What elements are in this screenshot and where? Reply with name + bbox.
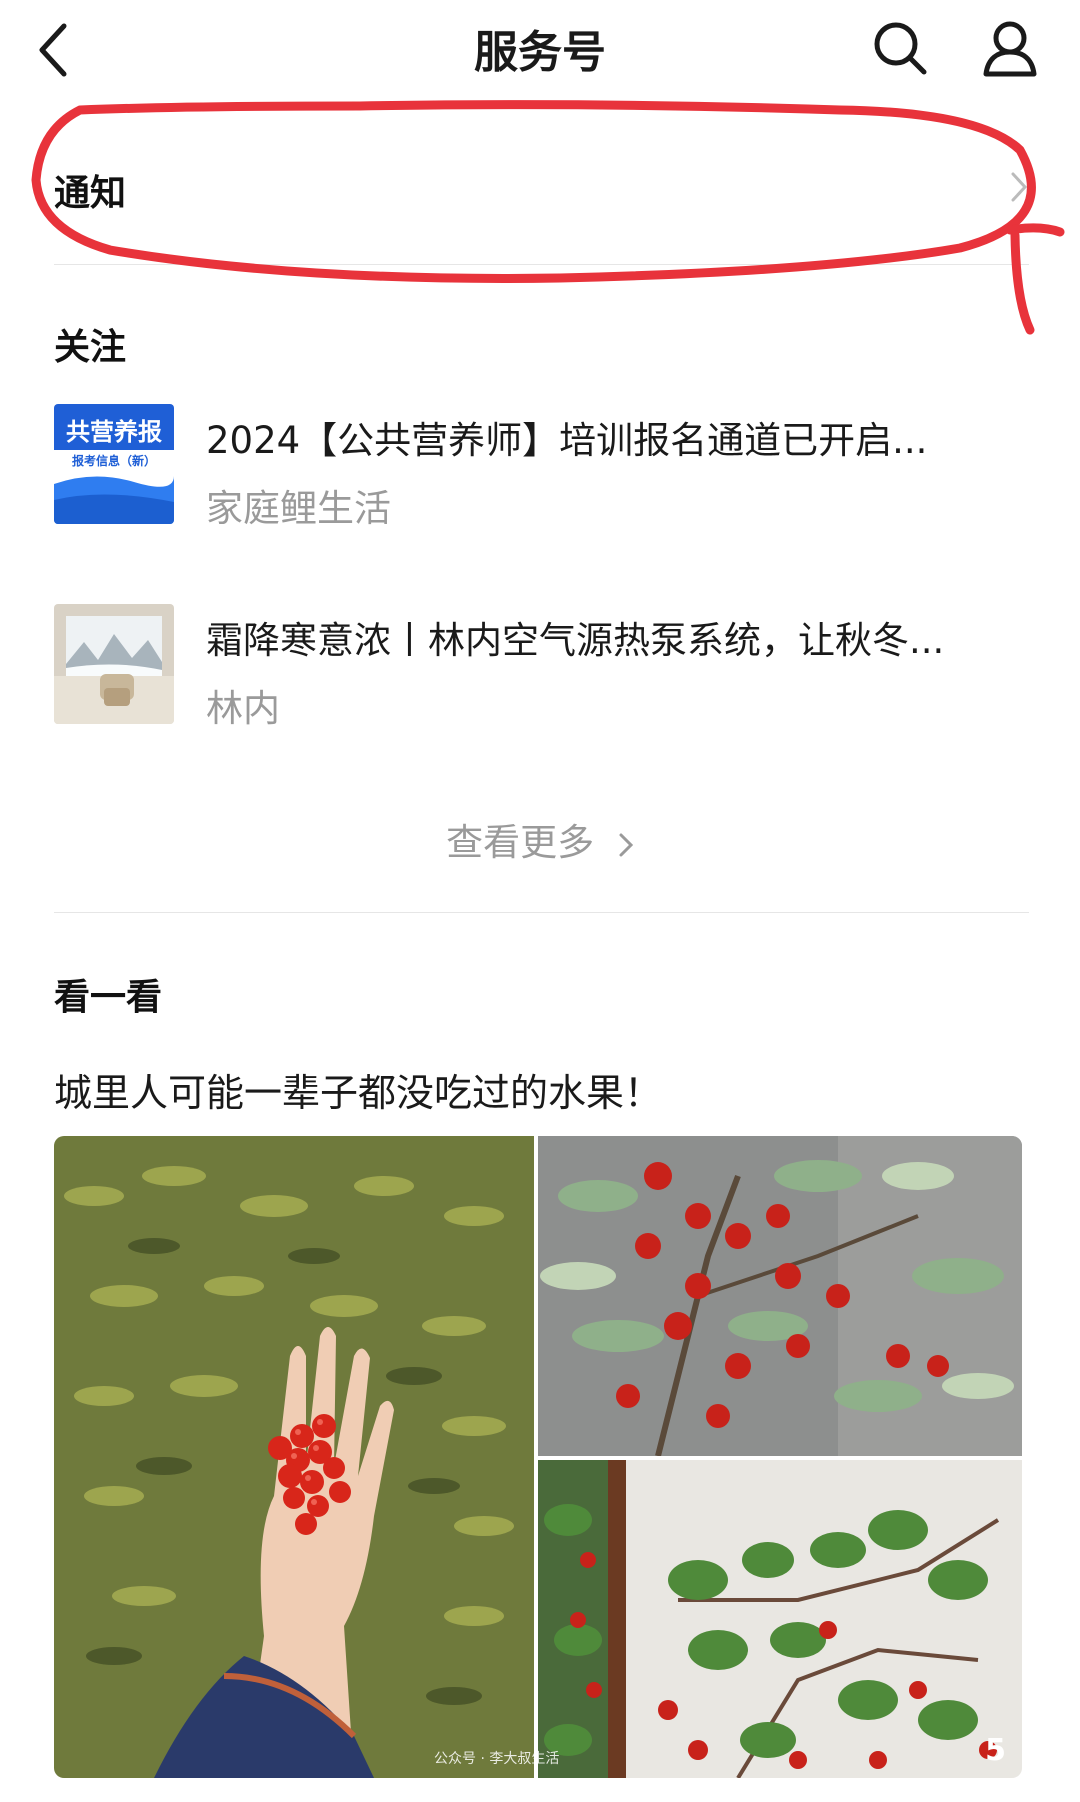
view-more-link[interactable]: 查看更多 xyxy=(0,812,1080,866)
divider xyxy=(54,264,1029,265)
recommended-article-title[interactable]: 城里人可能一辈子都没吃过的水果！ xyxy=(54,1062,662,1117)
image-count-badge: 5 xyxy=(985,1733,1006,1768)
thumbnail-text: 共营养报 xyxy=(66,418,162,446)
article-source: 林内 xyxy=(206,687,280,730)
article-thumbnail: 共营养报 报考信息（新） xyxy=(54,404,174,524)
chevron-right-icon xyxy=(1011,172,1028,202)
list-item[interactable]: 共营养报 报考信息（新） 2024【公共营养师】培训报名通道已开启... 家庭鲤… xyxy=(54,404,1029,534)
article-source: 家庭鲤生活 xyxy=(206,487,391,530)
following-section-title: 关注 xyxy=(54,327,127,368)
view-more-label: 查看更多 xyxy=(446,821,595,864)
top-bar: 服务号 xyxy=(0,0,1080,100)
search-icon xyxy=(874,22,927,75)
thumbnail-subtext: 报考信息（新） xyxy=(71,454,156,468)
list-item[interactable]: 霜降寒意浓丨林内空气源热泵系统，让秋冬... 林内 xyxy=(54,604,1029,734)
notification-row[interactable]: 通知 xyxy=(54,140,1029,240)
watermark: 公众号 · 李大叔生活 xyxy=(434,1751,560,1767)
article-thumbnail xyxy=(54,604,174,724)
gallery-image xyxy=(54,1136,534,1778)
chevron-right-icon xyxy=(619,833,633,856)
gallery-image xyxy=(538,1136,1022,1456)
gallery-image: 5 xyxy=(538,1460,1022,1778)
image-gallery[interactable]: 5 公众号 · 李大叔生活 xyxy=(54,1136,1022,1778)
search-button[interactable] xyxy=(870,18,930,78)
divider xyxy=(54,912,1029,913)
profile-button[interactable] xyxy=(980,18,1040,78)
article-title: 霜降寒意浓丨林内空气源热泵系统，让秋冬... xyxy=(206,619,945,662)
notification-label: 通知 xyxy=(54,173,127,214)
image-count: 5 xyxy=(985,1733,1006,1768)
user-icon xyxy=(983,21,1037,77)
look-section-title: 看一看 xyxy=(54,977,163,1018)
article-title: 2024【公共营养师】培训报名通道已开启... xyxy=(206,419,928,462)
